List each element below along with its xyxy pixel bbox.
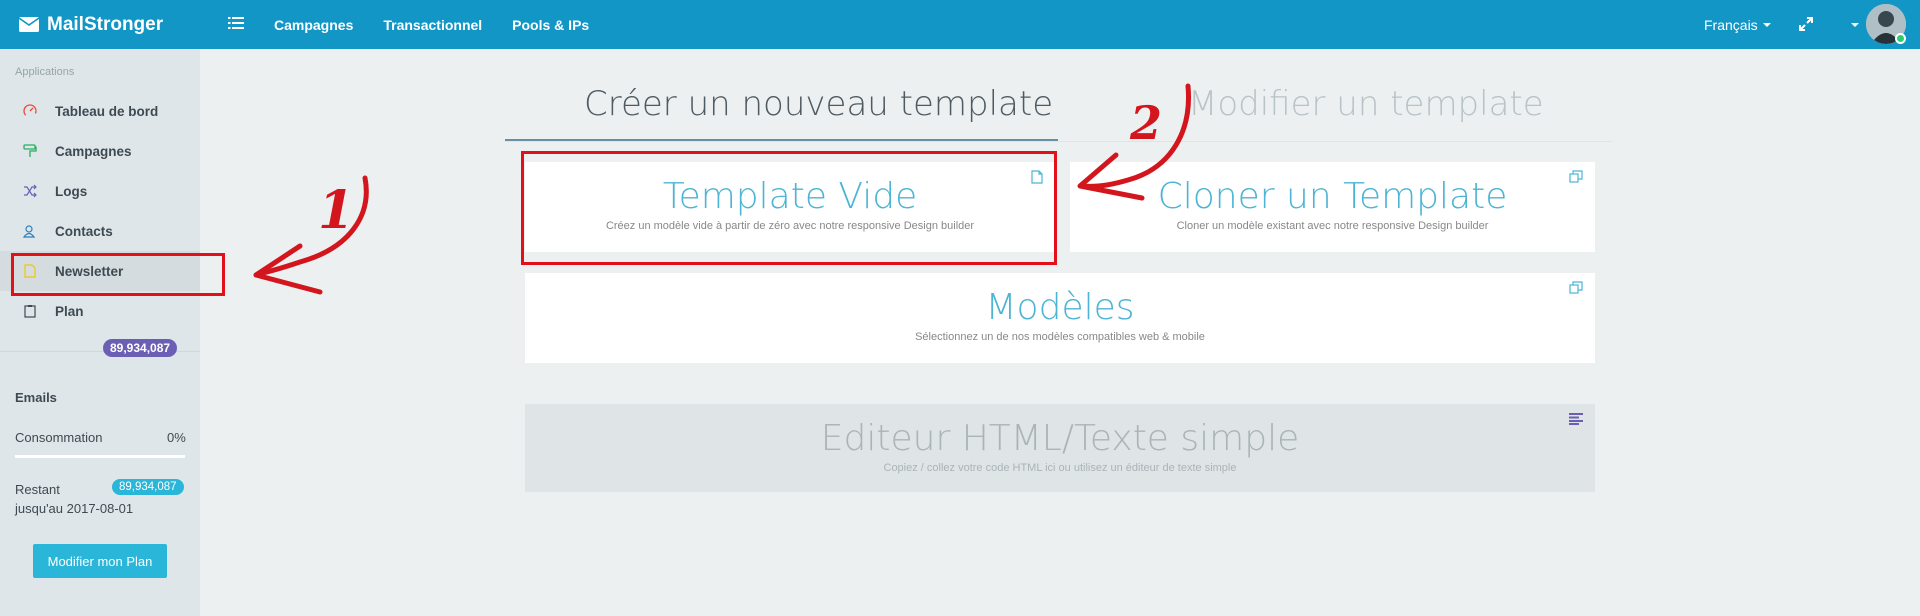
- arrow-1-head: [253, 243, 323, 295]
- annotation-number-1: 1: [318, 180, 355, 241]
- annotation-number-2: 2: [1130, 96, 1163, 150]
- annotation-arrows: [253, 83, 1191, 295]
